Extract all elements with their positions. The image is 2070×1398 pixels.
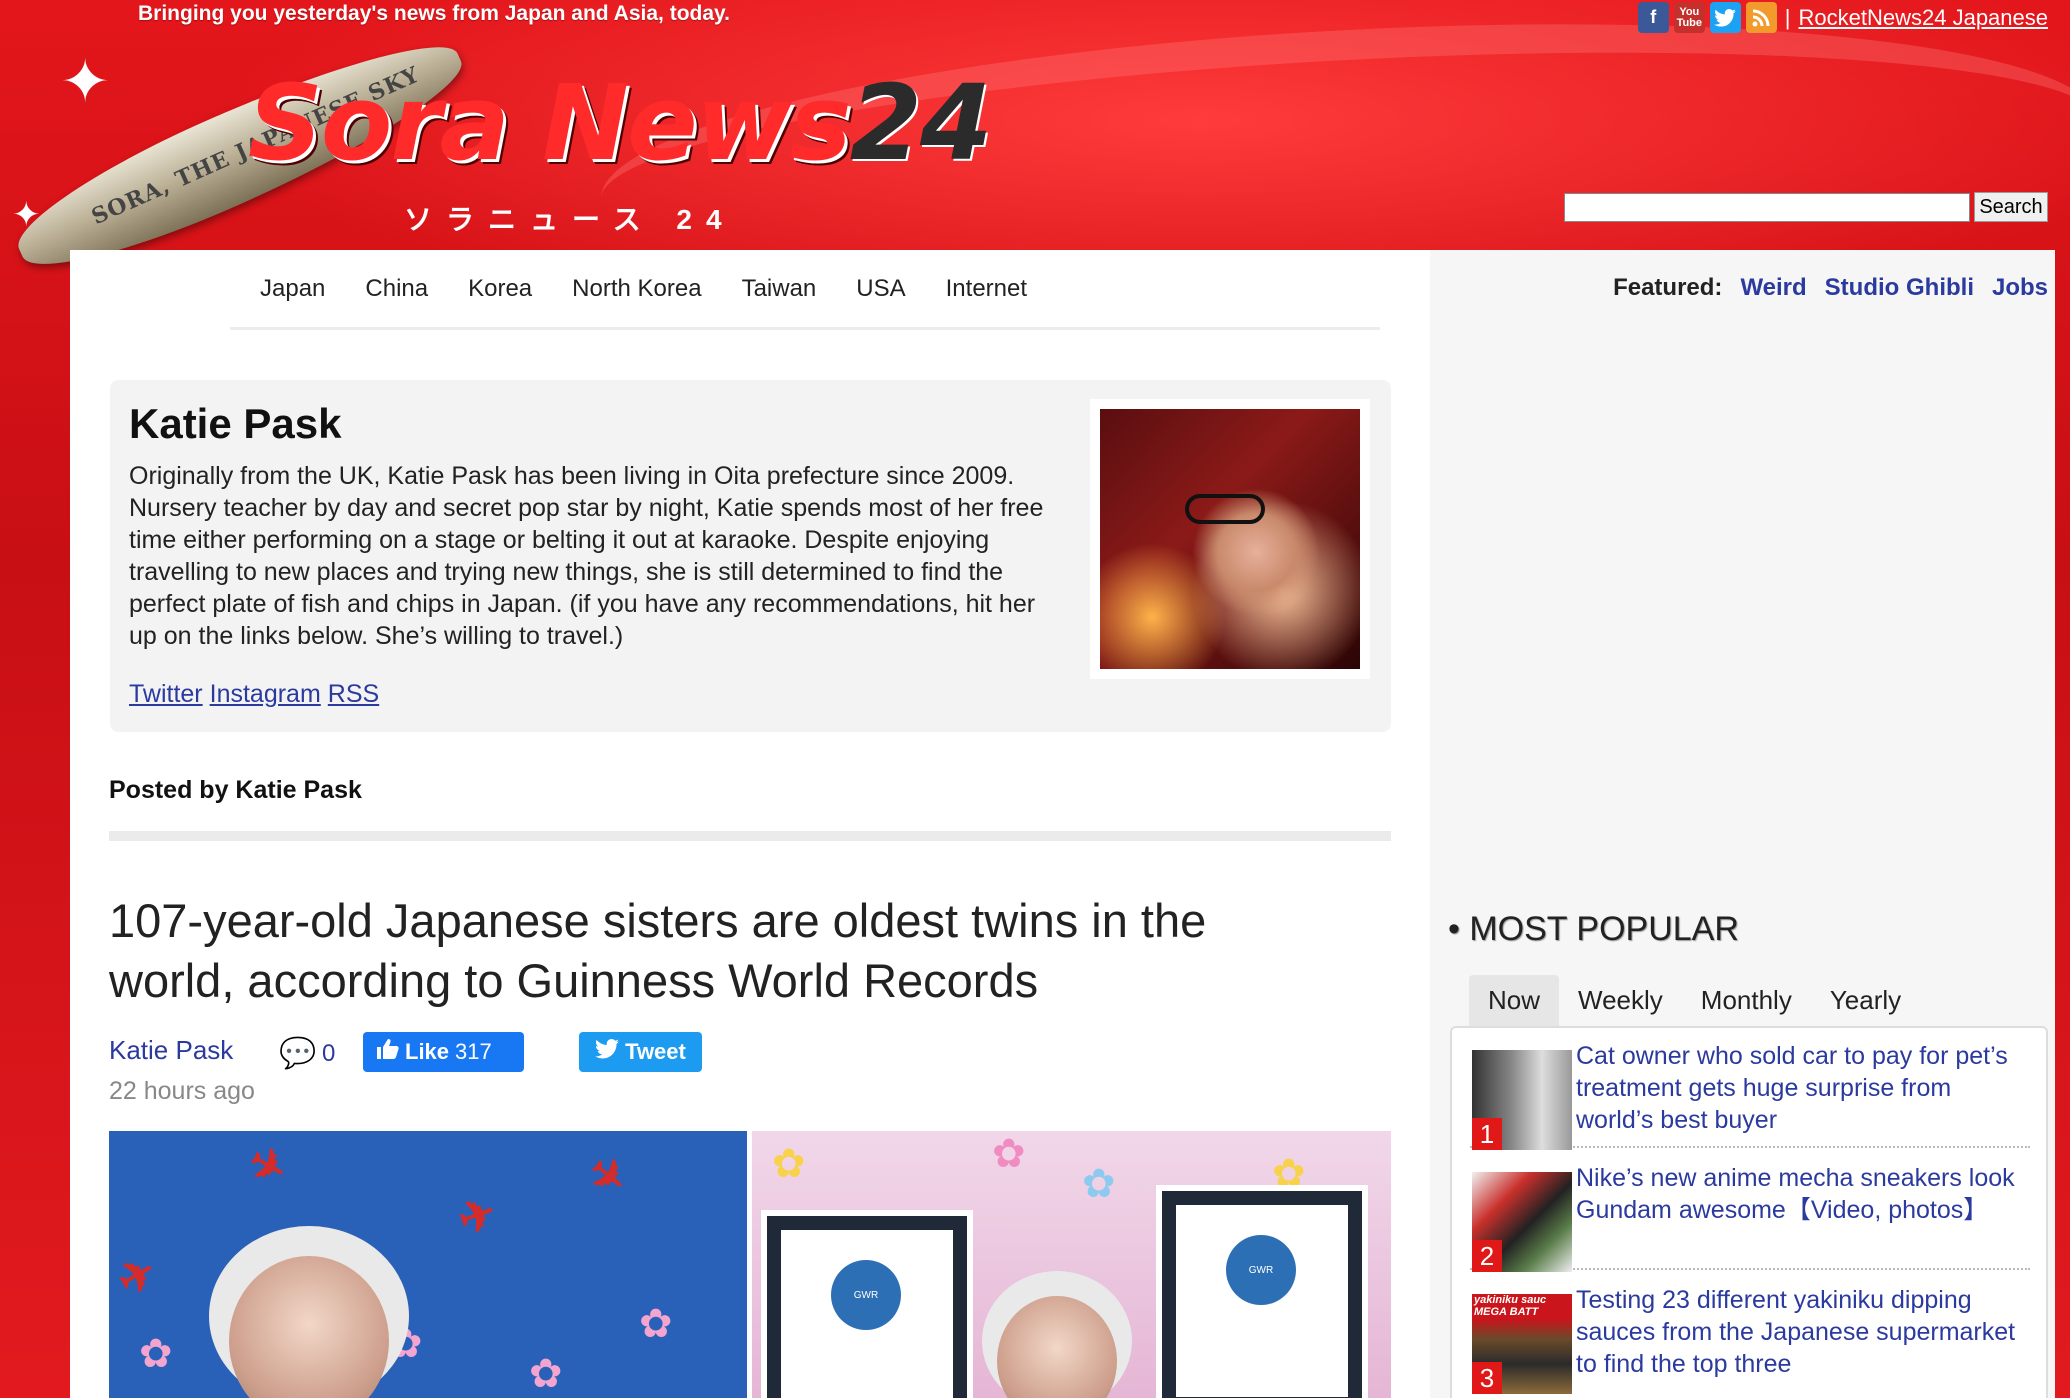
logo-subtitle: ソラニュース 24 <box>404 204 736 235</box>
nav-item-china[interactable]: China <box>345 275 448 303</box>
author-name: Katie Pask <box>129 400 342 447</box>
nav-item-north-korea[interactable]: North Korea <box>552 275 721 303</box>
featured-link-weird[interactable]: Weird <box>1740 274 1806 302</box>
article-timestamp: 22 hours ago <box>109 1077 255 1105</box>
top-links: f You Tube | RocketNews24 Japanese <box>1637 2 2048 33</box>
popular-item-thumbnail: 1 <box>1472 1050 1572 1150</box>
tab-now[interactable]: Now <box>1469 975 1560 1026</box>
youtube-icon[interactable]: You Tube <box>1673 2 1705 33</box>
main-nav: Japan China Korea North Korea Taiwan USA… <box>230 250 1380 330</box>
section-divider <box>109 831 1391 841</box>
logo-sora: Sora <box>248 62 510 184</box>
nav-item-taiwan[interactable]: Taiwan <box>722 275 837 303</box>
nav-item-usa[interactable]: USA <box>836 275 925 303</box>
popular-rank: 1 <box>1472 1118 1502 1150</box>
popular-tabs: Now Weekly Monthly Yearly <box>1469 975 1920 1026</box>
popular-item-thumbnail: 2 <box>1472 1172 1572 1272</box>
popular-rank: 2 <box>1472 1240 1502 1272</box>
flower-decoration: ✿ <box>992 1132 1026 1176</box>
like-label: Like <box>405 1039 450 1064</box>
popular-item-title[interactable]: Testing 23 different yakiniku dipping sa… <box>1576 1284 2026 1380</box>
article-author-link[interactable]: Katie Pask <box>109 1035 233 1066</box>
article-image-right[interactable]: ✿ ✿ ✿ ✿ GWR GWR <box>752 1131 1391 1398</box>
logo-24: 24 <box>849 62 993 184</box>
dragonfly-decoration: ✈ <box>109 1246 166 1307</box>
sparkle-icon: ✦ <box>12 196 41 234</box>
certificate-right: GWR <box>1162 1191 1362 1398</box>
dragonfly-decoration: ✈ <box>577 1145 638 1208</box>
twitter-icon[interactable] <box>1709 2 1741 33</box>
popular-item-title[interactable]: Cat owner who sold car to pay for pet’s … <box>1576 1040 2026 1136</box>
nav-item-internet[interactable]: Internet <box>926 275 1047 303</box>
flower-decoration: ✿ <box>639 1302 673 1346</box>
rss-icon[interactable] <box>1745 2 1777 33</box>
twitter-bird-icon <box>595 1039 620 1065</box>
popular-item[interactable]: 2 Nike’s new anime mecha sneakers look G… <box>1470 1162 2030 1272</box>
flower-decoration: ✿ <box>772 1142 806 1186</box>
featured-link-studio-ghibli[interactable]: Studio Ghibli <box>1825 274 1974 302</box>
like-count: 317 <box>455 1039 492 1064</box>
tab-weekly[interactable]: Weekly <box>1559 975 1682 1026</box>
popular-item-title[interactable]: Nike’s new anime mecha sneakers look Gun… <box>1576 1162 2026 1226</box>
author-rss-link[interactable]: RSS <box>328 680 379 709</box>
tab-monthly[interactable]: Monthly <box>1682 975 1811 1026</box>
featured-link-jobs[interactable]: Jobs <box>1992 274 2048 302</box>
search-button[interactable]: Search <box>1974 192 2048 222</box>
author-photo-frame <box>1090 399 1370 679</box>
comment-count[interactable]: 0 <box>322 1040 335 1068</box>
article-title[interactable]: 107-year-old Japanese sisters are oldest… <box>109 891 1309 1011</box>
author-photo <box>1100 409 1360 669</box>
tab-yearly[interactable]: Yearly <box>1811 975 1920 1026</box>
dragonfly-decoration: ✈ <box>451 1187 504 1246</box>
flower-decoration: ✿ <box>139 1332 173 1376</box>
author-bio: Originally from the UK, Katie Pask has b… <box>129 462 1044 650</box>
tweet-button[interactable]: Tweet <box>579 1032 702 1072</box>
site-logo[interactable]: Sora News24 <box>248 62 993 184</box>
sparkle-icon: ✦ <box>60 48 111 115</box>
certificate-left: GWR <box>767 1216 967 1398</box>
guinness-seal-icon: GWR <box>831 1260 901 1330</box>
featured-label: Featured: <box>1613 274 1723 301</box>
flower-decoration: ✿ <box>1082 1162 1116 1206</box>
article-image-left[interactable]: ✈ ✈ ✈ ✈ ✿ ✿ ✿ ✿ <box>109 1131 747 1398</box>
popular-rank: 3 <box>1472 1362 1502 1394</box>
posted-by-heading: Posted by Katie Pask <box>109 776 362 804</box>
guinness-seal-icon: GWR <box>1226 1235 1296 1305</box>
author-twitter-link[interactable]: Twitter <box>129 680 203 709</box>
author-instagram-link[interactable]: Instagram <box>210 680 321 709</box>
popular-item-thumbnail: yakiniku sauc MEGA BATT 3 <box>1472 1294 1572 1394</box>
comment-icon[interactable]: 💬 <box>279 1036 316 1071</box>
flower-decoration: ✿ <box>529 1352 563 1396</box>
japanese-site-link[interactable]: RocketNews24 Japanese <box>1799 5 2048 31</box>
featured-links: Featured: Weird Studio Ghibli Jobs <box>1613 274 2048 302</box>
facebook-icon[interactable]: f <box>1637 2 1669 33</box>
most-popular-heading: • MOST POPULAR <box>1448 910 1739 948</box>
popular-item[interactable]: yakiniku sauc MEGA BATT 3 Testing 23 dif… <box>1470 1284 2030 1394</box>
popular-item[interactable]: 1 Cat owner who sold car to pay for pet’… <box>1470 1040 2030 1150</box>
tweet-label: Tweet <box>625 1039 686 1064</box>
logo-news: News <box>542 62 852 184</box>
thumbnail-caption: yakiniku sauc MEGA BATT <box>1474 1294 1547 1318</box>
facebook-like-button[interactable]: Like 317 <box>363 1032 524 1072</box>
dragonfly-decoration: ✈ <box>239 1136 296 1197</box>
nav-item-korea[interactable]: Korea <box>448 275 552 303</box>
glasses-shape <box>1185 494 1265 524</box>
thumbs-up-icon <box>377 1039 399 1065</box>
author-links: Twitter Instagram RSS <box>129 680 379 709</box>
separator: | <box>1784 4 1791 30</box>
nav-item-japan[interactable]: Japan <box>230 275 345 303</box>
search-input[interactable] <box>1564 193 1970 222</box>
